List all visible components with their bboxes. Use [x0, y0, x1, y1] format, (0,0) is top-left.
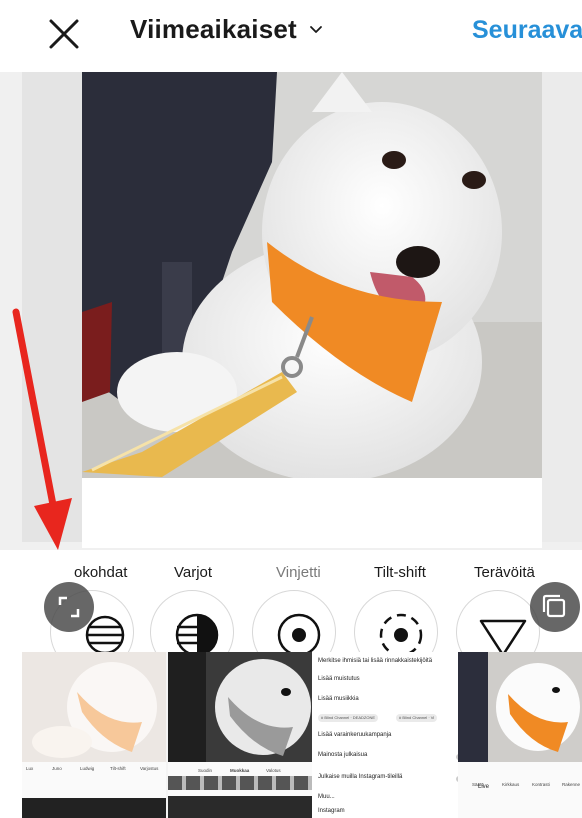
- thumbnail-image: [458, 652, 582, 762]
- next-button[interactable]: Seuraava: [472, 16, 582, 45]
- album-selector[interactable]: Viimeaikaiset: [130, 14, 323, 45]
- album-title: Viimeaikaiset: [130, 14, 297, 44]
- live-label: Live: [478, 784, 490, 790]
- recent-thumbnail-menu-screenshot[interactable]: Merkitse ihmisiä tai lisää rinnakkaistek…: [312, 652, 478, 818]
- chevron-down-icon: [310, 25, 322, 33]
- recent-thumbnail[interactable]: Säätö Kirkkaus Kontrasti Rakenne: [458, 762, 582, 818]
- recent-thumbnail[interactable]: Lux Juno Ludwig Tilt-shift Varjostus: [22, 762, 166, 818]
- tool-label-vignette: Vinjetti: [276, 564, 321, 581]
- top-bar: Viimeaikaiset Seuraava: [0, 0, 582, 70]
- thumbnail-image: [22, 652, 166, 762]
- photo-bottom-margin: [82, 478, 542, 548]
- expand-button[interactable]: [44, 582, 94, 632]
- dog-photo-illustration: [82, 72, 542, 478]
- close-button[interactable]: [46, 16, 82, 52]
- recent-thumbnail[interactable]: [168, 652, 312, 762]
- recent-thumbnail[interactable]: [22, 652, 166, 762]
- recent-thumbnail[interactable]: [458, 652, 582, 762]
- recent-thumbnail[interactable]: Suodin Muokkaa Valotus: [168, 762, 312, 818]
- expand-icon: [58, 596, 80, 618]
- previous-photo-edge: [22, 72, 82, 542]
- multi-select-icon: [542, 594, 566, 618]
- multi-select-button[interactable]: [530, 582, 580, 632]
- tool-label-tilt-shift: Tilt-shift: [374, 564, 426, 581]
- next-photo-edge: [542, 72, 582, 542]
- tool-label-sharpen: Terävöitä: [474, 564, 535, 581]
- recent-media-grid: Lux Juno Ludwig Tilt-shift Varjostus Suo…: [22, 652, 582, 818]
- tool-label-highlights: okohdat: [74, 564, 128, 581]
- tool-label-shadows: Varjot: [174, 564, 213, 581]
- selected-photo[interactable]: [82, 72, 542, 478]
- thumbnail-image: [168, 652, 312, 762]
- new-post-editor: Viimeaikaiset Seuraava okohdat Varjot Vi…: [0, 0, 582, 818]
- close-icon: [49, 19, 79, 49]
